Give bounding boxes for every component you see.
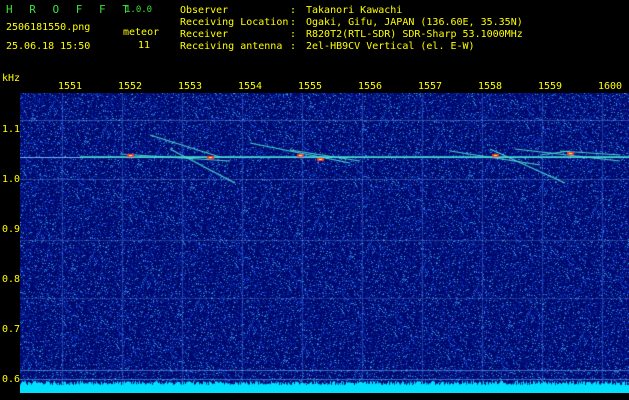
y-tick-label: 0.7	[2, 324, 21, 335]
meteor-count: 11	[138, 40, 151, 51]
x-tick-label: 1556	[358, 81, 383, 92]
x-tick-label: 1558	[478, 81, 503, 92]
separator: :	[290, 41, 297, 52]
y-tick-label: 0.8	[2, 274, 21, 285]
spectrogram-plot	[20, 93, 629, 393]
file-name: 2506181550.png	[6, 22, 91, 33]
x-tick-label: 1554	[238, 81, 263, 92]
y-tick-label: 0.9	[2, 224, 21, 235]
y-unit-label: kHz	[2, 73, 21, 84]
antenna-label: Receiving antenna	[180, 41, 283, 52]
x-tick-label: 1555	[298, 81, 323, 92]
header-panel: H R O F F T 1.0.0 2506181550.png meteor …	[0, 0, 629, 70]
app-name: H R O F F T	[6, 3, 134, 16]
x-tick-label: 1552	[118, 81, 143, 92]
meteor-label: meteor	[123, 27, 160, 38]
x-tick-label: 1559	[538, 81, 563, 92]
app-version: 1.0.0	[125, 5, 153, 15]
receiver-value: R820T2(RTL-SDR) SDR-Sharp 53.1000MHz	[306, 29, 523, 40]
location-value: Ogaki, Gifu, JAPAN (136.60E, 35.35N)	[306, 17, 523, 28]
x-tick-label: 1553	[178, 81, 203, 92]
capture-datetime: 25.06.18 15:50	[6, 41, 91, 52]
separator: :	[290, 5, 297, 16]
separator: :	[290, 17, 297, 28]
y-tick-label: 1.0	[2, 174, 21, 185]
receiver-label: Receiver	[180, 29, 229, 40]
observer-value: Takanori Kawachi	[306, 5, 403, 16]
x-tick-label: 1600	[598, 81, 623, 92]
x-tick-label: 1557	[418, 81, 443, 92]
y-tick-label: 0.6	[2, 374, 21, 385]
observer-label: Observer	[180, 5, 229, 16]
separator: :	[290, 29, 297, 40]
x-tick-label: 1551	[58, 81, 83, 92]
location-label: Receiving Location	[180, 17, 289, 28]
antenna-value: 2el-HB9CV Vertical (el. E-W)	[306, 41, 475, 52]
y-tick-label: 1.1	[2, 124, 21, 135]
